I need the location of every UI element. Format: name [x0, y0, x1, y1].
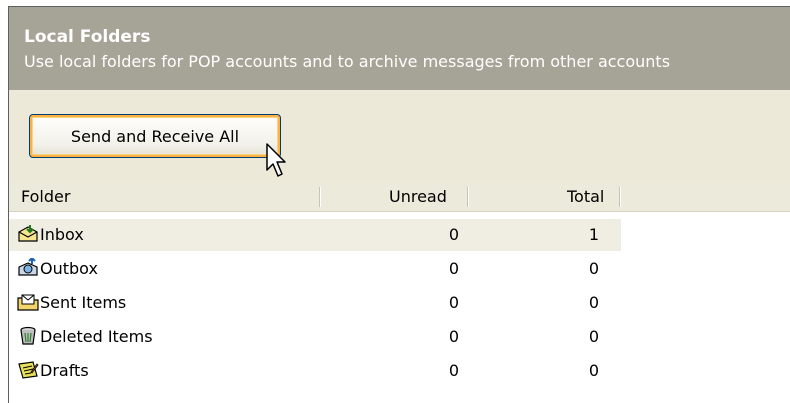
- column-header-folder[interactable]: Folder: [21, 182, 70, 211]
- folder-name-cell: Deleted Items: [17, 320, 153, 354]
- folder-name: Inbox: [40, 225, 84, 244]
- unread-count: 0: [448, 327, 459, 346]
- unread-count: 0: [448, 361, 459, 380]
- total-count: 0: [588, 293, 599, 312]
- pane-header: Local Folders Use local folders for POP …: [9, 7, 790, 90]
- total-count: 0: [588, 361, 599, 380]
- unread-count: 0: [448, 225, 459, 244]
- outbox-icon: [18, 256, 38, 276]
- total-count: 1: [588, 225, 599, 244]
- pane-title: Local Folders: [24, 27, 151, 47]
- folder-name-cell: Drafts: [17, 354, 89, 388]
- column-header-total[interactable]: Total: [567, 182, 604, 211]
- folder-name: Drafts: [40, 361, 89, 380]
- total-count: 0: [588, 259, 599, 278]
- folder-row-drafts[interactable]: Drafts 0 0: [9, 354, 790, 388]
- inbox-icon: [18, 225, 38, 242]
- mouse-pointer-icon: [266, 143, 286, 177]
- folder-row-outbox[interactable]: Outbox 0 0: [9, 252, 790, 286]
- folder-name: Deleted Items: [40, 327, 153, 346]
- toolbar: Send and Receive All: [9, 90, 790, 182]
- column-divider[interactable]: [319, 187, 320, 207]
- total-count: 0: [588, 327, 599, 346]
- unread-count: 0: [448, 293, 459, 312]
- send-and-receive-all-button[interactable]: Send and Receive All: [29, 114, 281, 158]
- column-header-unread[interactable]: Unread: [389, 182, 447, 211]
- folder-row-inbox[interactable]: Inbox 0 1: [9, 218, 790, 252]
- folder-name-cell: Inbox: [17, 218, 84, 252]
- folder-name-cell: Sent Items: [17, 286, 126, 320]
- folder-list: Inbox 0 1 Outbox 0 0 Sent Items 0 0 Dele…: [9, 218, 790, 388]
- folder-name-cell: Outbox: [17, 252, 98, 286]
- folder-row-sent-items[interactable]: Sent Items 0 0: [9, 286, 790, 320]
- sent-items-icon: [17, 294, 39, 311]
- local-folders-pane: Local Folders Use local folders for POP …: [8, 6, 790, 403]
- folder-row-deleted-items[interactable]: Deleted Items 0 0: [9, 320, 790, 354]
- deleted-items-icon: [20, 326, 36, 345]
- unread-count: 0: [448, 259, 459, 278]
- pane-description: Use local folders for POP accounts and t…: [24, 52, 671, 71]
- folder-name: Outbox: [40, 259, 98, 278]
- column-divider[interactable]: [619, 187, 620, 207]
- column-header-row: Folder Unread Total: [9, 182, 790, 212]
- column-divider[interactable]: [467, 187, 468, 207]
- folder-name: Sent Items: [40, 293, 127, 312]
- drafts-icon: [18, 361, 39, 379]
